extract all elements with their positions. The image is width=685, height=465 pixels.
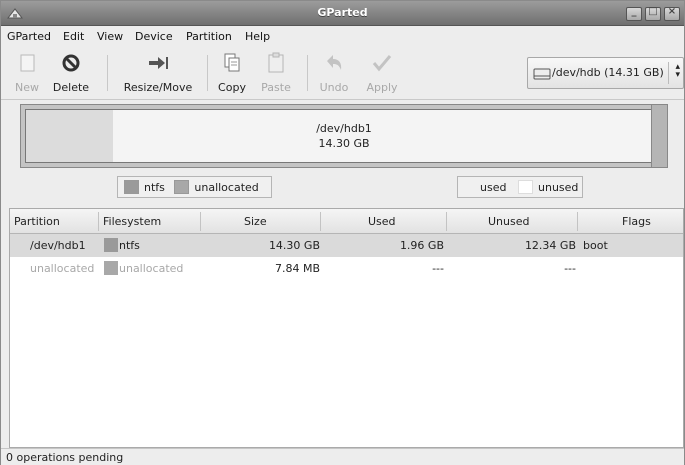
legend-unused-label: unused — [538, 180, 579, 194]
device-label: /dev/hdb (14.31 GB) — [552, 66, 664, 79]
resize-move-icon — [149, 57, 168, 69]
menu-device[interactable]: Device — [135, 30, 173, 43]
filesystem-legend: ntfs unallocated — [117, 176, 272, 198]
operations-status: 0 operations pending — [6, 451, 124, 464]
window-title: GParted — [317, 6, 368, 19]
new-button[interactable]: New — [9, 52, 45, 96]
legend-ntfs: ntfs — [124, 177, 165, 197]
legend-unallocated-label: unallocated — [194, 180, 259, 194]
combo-arrows-icon: ▴ ▾ — [675, 62, 680, 80]
undo-button[interactable]: Undo — [316, 52, 352, 96]
delete-label: Delete — [52, 81, 90, 94]
disk-visual: /dev/hdb1 14.30 GB — [20, 104, 668, 168]
title-bar[interactable]: GParted _ □ × — [1, 1, 684, 26]
toolbar-separator — [307, 55, 308, 91]
toolbar-separator — [207, 55, 208, 91]
partition-table: Partition Filesystem Size Used Unused Fl… — [9, 208, 684, 448]
column-divider — [577, 212, 578, 231]
table-row[interactable]: unallocated unallocated 7.84 MB --- --- — [10, 257, 683, 280]
legend-unused: unused — [518, 177, 578, 197]
gparted-window: GParted _ □ × GParted Edit View Device P… — [0, 0, 685, 465]
undo-label: Undo — [319, 81, 349, 94]
paste-button[interactable]: Paste — [257, 52, 295, 96]
menu-bar: GParted Edit View Device Partition Help — [1, 26, 684, 47]
partition-block-size: 14.30 GB — [318, 137, 370, 150]
col-unused[interactable]: Unused — [488, 215, 529, 228]
combo-separator — [668, 62, 669, 84]
copy-icon — [224, 53, 240, 72]
unallocated-block[interactable] — [651, 105, 667, 167]
cell-size: 14.30 GB — [268, 239, 320, 252]
legend-used: used — [480, 177, 506, 197]
cell-filesystem: ntfs — [119, 239, 140, 252]
cell-flags: boot — [583, 239, 608, 252]
maximize-icon: □ — [648, 6, 658, 17]
col-used[interactable]: Used — [368, 215, 396, 228]
legend-ntfs-label: ntfs — [144, 180, 165, 194]
legend-used-label: used — [480, 180, 507, 194]
delete-button[interactable]: Delete — [47, 52, 95, 96]
cell-partition: unallocated — [30, 262, 95, 275]
cell-size: 7.84 MB — [274, 262, 320, 275]
menu-gparted[interactable]: GParted — [7, 30, 51, 43]
ntfs-color-swatch — [104, 238, 118, 252]
partition-block-hdb1[interactable]: /dev/hdb1 14.30 GB — [25, 109, 663, 163]
table-header: Partition Filesystem Size Used Unused Fl… — [10, 209, 683, 234]
disk-drive-icon — [533, 68, 551, 80]
new-label: New — [15, 81, 39, 94]
cell-unused: --- — [564, 262, 576, 275]
unallocated-color-swatch — [104, 261, 118, 275]
paste-icon — [268, 52, 284, 73]
col-flags[interactable]: Flags — [622, 215, 651, 228]
minimize-button[interactable]: _ — [626, 6, 642, 21]
legend-unallocated: unallocated — [174, 177, 259, 197]
column-divider — [98, 212, 99, 231]
toolbar-separator — [107, 55, 108, 91]
resize-move-label: Resize/Move — [123, 81, 193, 94]
copy-button[interactable]: Copy — [213, 52, 251, 96]
close-button[interactable]: × — [664, 6, 680, 21]
column-divider — [200, 212, 201, 231]
cell-partition: /dev/hdb1 — [30, 239, 86, 252]
apply-checkmark-icon — [372, 55, 392, 72]
col-size[interactable]: Size — [244, 215, 267, 228]
menu-partition[interactable]: Partition — [186, 30, 232, 43]
close-icon: × — [667, 6, 677, 17]
cell-unused: 12.34 GB — [524, 239, 576, 252]
menu-edit[interactable]: Edit — [63, 30, 84, 43]
menu-help[interactable]: Help — [245, 30, 270, 43]
cell-used: --- — [432, 262, 444, 275]
resize-move-button[interactable]: Resize/Move — [116, 52, 200, 96]
apply-label: Apply — [366, 81, 398, 94]
col-filesystem[interactable]: Filesystem — [103, 215, 161, 228]
apply-button[interactable]: Apply — [364, 52, 400, 96]
partition-map: /dev/hdb1 14.30 GB — [12, 100, 684, 173]
column-divider — [320, 212, 321, 231]
menu-view[interactable]: View — [97, 30, 123, 43]
delete-icon — [62, 54, 80, 72]
toolbar: New Delete Resize/Move Copy Paste Undo A… — [1, 47, 684, 100]
unallocated-swatch — [174, 180, 190, 194]
cell-used: 1.96 GB — [399, 239, 444, 252]
ntfs-swatch — [124, 180, 139, 194]
new-partition-icon — [20, 54, 35, 72]
copy-label: Copy — [218, 81, 246, 94]
paste-label: Paste — [261, 81, 291, 94]
col-partition[interactable]: Partition — [14, 215, 60, 228]
column-divider — [446, 212, 447, 231]
unused-swatch — [518, 180, 533, 194]
partition-block-label: /dev/hdb1 14.30 GB — [26, 121, 662, 151]
device-selector[interactable]: /dev/hdb (14.31 GB) ▴ ▾ — [527, 57, 684, 89]
maximize-button[interactable]: □ — [645, 6, 661, 21]
table-row[interactable]: /dev/hdb1 ntfs 14.30 GB 1.96 GB 12.34 GB… — [10, 234, 683, 257]
usage-legend: used unused — [457, 176, 583, 198]
minimize-icon: _ — [631, 6, 637, 17]
cell-filesystem: unallocated — [119, 262, 184, 275]
status-bar: 0 operations pending — [1, 448, 684, 465]
undo-icon — [327, 55, 342, 70]
partition-block-name: /dev/hdb1 — [316, 122, 372, 135]
